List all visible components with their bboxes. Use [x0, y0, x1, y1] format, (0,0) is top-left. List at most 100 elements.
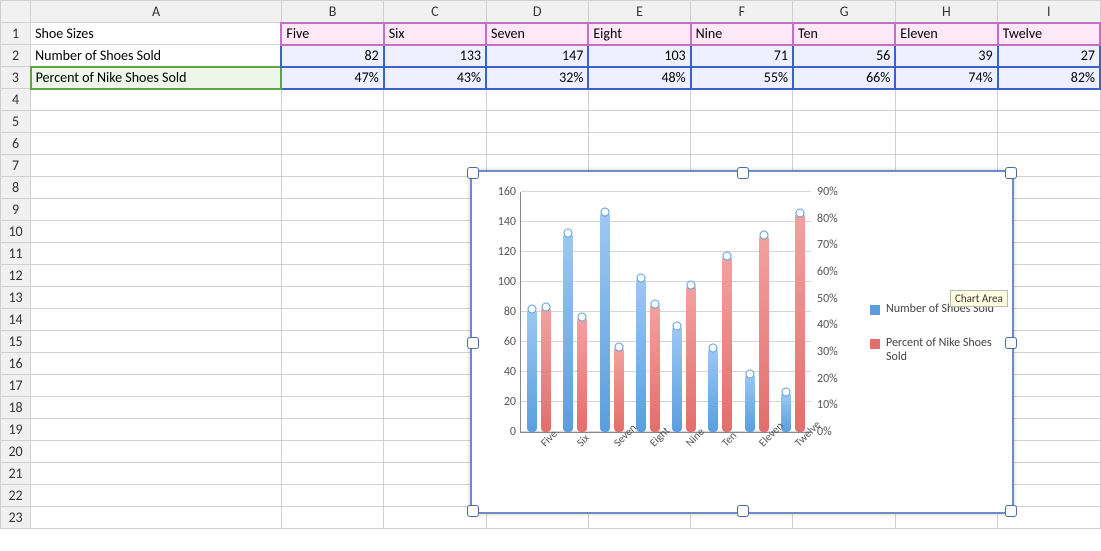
cell-B3[interactable]: 47% [281, 67, 383, 89]
bar-percent-nike[interactable] [759, 235, 769, 432]
cell[interactable] [31, 199, 282, 221]
row-header-19[interactable]: 19 [1, 419, 31, 441]
row-header-9[interactable]: 9 [1, 199, 31, 221]
bar-number-sold[interactable] [672, 326, 682, 433]
col-header-H[interactable]: H [895, 1, 997, 23]
cell-G3[interactable]: 66% [793, 67, 895, 89]
cell-G2[interactable]: 56 [793, 45, 895, 67]
row-header-20[interactable]: 20 [1, 441, 31, 463]
cell[interactable] [31, 463, 282, 485]
cell[interactable] [691, 111, 793, 133]
cell-H2[interactable]: 39 [895, 45, 997, 67]
cell[interactable] [588, 111, 690, 133]
cell[interactable] [281, 353, 383, 375]
cell[interactable] [281, 331, 383, 353]
resize-handle[interactable] [467, 505, 479, 517]
col-header-I[interactable]: I [998, 1, 1100, 23]
embedded-chart[interactable]: Number of Shoes Sold Percent of Nike Sho… [470, 170, 1014, 514]
cell-I1[interactable]: Twelve [998, 23, 1100, 45]
cell[interactable] [31, 287, 282, 309]
row-header-13[interactable]: 13 [1, 287, 31, 309]
cell-F1[interactable]: Nine [691, 23, 793, 45]
row-header-21[interactable]: 21 [1, 463, 31, 485]
cell[interactable] [31, 397, 282, 419]
row-header-7[interactable]: 7 [1, 155, 31, 177]
cell[interactable] [895, 133, 997, 155]
cell-B2[interactable]: 82 [281, 45, 383, 67]
cell[interactable] [281, 419, 383, 441]
bar-percent-nike[interactable] [650, 304, 660, 432]
cell[interactable] [588, 89, 690, 111]
cell[interactable] [31, 155, 282, 177]
cell-A3[interactable]: Percent of Nike Shoes Sold [31, 67, 282, 89]
cell-H3[interactable]: 74% [895, 67, 997, 89]
cell-D1[interactable]: Seven [486, 23, 588, 45]
bar-percent-nike[interactable] [541, 307, 551, 432]
cell[interactable] [281, 111, 383, 133]
cell[interactable] [31, 111, 282, 133]
cell[interactable] [31, 441, 282, 463]
cell-D3[interactable]: 32% [486, 67, 588, 89]
cell-I2[interactable]: 27 [998, 45, 1100, 67]
row-header-2[interactable]: 2 [1, 45, 31, 67]
row-header-6[interactable]: 6 [1, 133, 31, 155]
cell[interactable] [998, 133, 1100, 155]
resize-handle[interactable] [1005, 167, 1017, 179]
resize-handle[interactable] [467, 337, 479, 349]
cell[interactable] [281, 133, 383, 155]
row-header-5[interactable]: 5 [1, 111, 31, 133]
bar-number-sold[interactable] [636, 278, 646, 433]
cell[interactable] [31, 133, 282, 155]
cell-E1[interactable]: Eight [588, 23, 690, 45]
row-header-18[interactable]: 18 [1, 397, 31, 419]
resize-handle[interactable] [1005, 505, 1017, 517]
cell[interactable] [486, 89, 588, 111]
cell-F3[interactable]: 55% [691, 67, 793, 89]
cell[interactable] [31, 309, 282, 331]
cell[interactable] [31, 177, 282, 199]
cell[interactable] [588, 133, 690, 155]
legend-entry-2[interactable]: Percent of Nike Shoes Sold [870, 336, 1000, 364]
row-header-11[interactable]: 11 [1, 243, 31, 265]
resize-handle[interactable] [1005, 337, 1017, 349]
cell-G1[interactable]: Ten [793, 23, 895, 45]
cell[interactable] [31, 353, 282, 375]
cell[interactable] [281, 287, 383, 309]
cell-C2[interactable]: 133 [384, 45, 486, 67]
bar-number-sold[interactable] [600, 212, 610, 433]
cell[interactable] [31, 507, 282, 529]
col-header-C[interactable]: C [384, 1, 486, 23]
cell[interactable] [281, 155, 383, 177]
cell-C1[interactable]: Six [384, 23, 486, 45]
cell[interactable] [31, 419, 282, 441]
cell[interactable] [31, 485, 282, 507]
cell[interactable] [281, 309, 383, 331]
cell-E3[interactable]: 48% [588, 67, 690, 89]
cell[interactable] [486, 111, 588, 133]
row-header-3[interactable]: 3 [1, 67, 31, 89]
row-header-8[interactable]: 8 [1, 177, 31, 199]
cell[interactable] [31, 331, 282, 353]
cell-B1[interactable]: Five [281, 23, 383, 45]
resize-handle[interactable] [737, 167, 749, 179]
bar-number-sold[interactable] [563, 233, 573, 433]
cell[interactable] [384, 111, 486, 133]
cell[interactable] [895, 111, 997, 133]
col-header-G[interactable]: G [793, 1, 895, 23]
bar-number-sold[interactable] [527, 309, 537, 432]
chart-plot-area[interactable] [520, 192, 811, 433]
bar-percent-nike[interactable] [614, 347, 624, 432]
col-header-D[interactable]: D [486, 1, 588, 23]
cell[interactable] [486, 133, 588, 155]
cell[interactable] [281, 485, 383, 507]
row-header-23[interactable]: 23 [1, 507, 31, 529]
bar-number-sold[interactable] [745, 374, 755, 433]
row-header-1[interactable]: 1 [1, 23, 31, 45]
cell[interactable] [281, 375, 383, 397]
col-header-E[interactable]: E [588, 1, 690, 23]
row-header-10[interactable]: 10 [1, 221, 31, 243]
cell[interactable] [895, 89, 997, 111]
cell-C3[interactable]: 43% [384, 67, 486, 89]
row-header-14[interactable]: 14 [1, 309, 31, 331]
cell-H1[interactable]: Eleven [895, 23, 997, 45]
